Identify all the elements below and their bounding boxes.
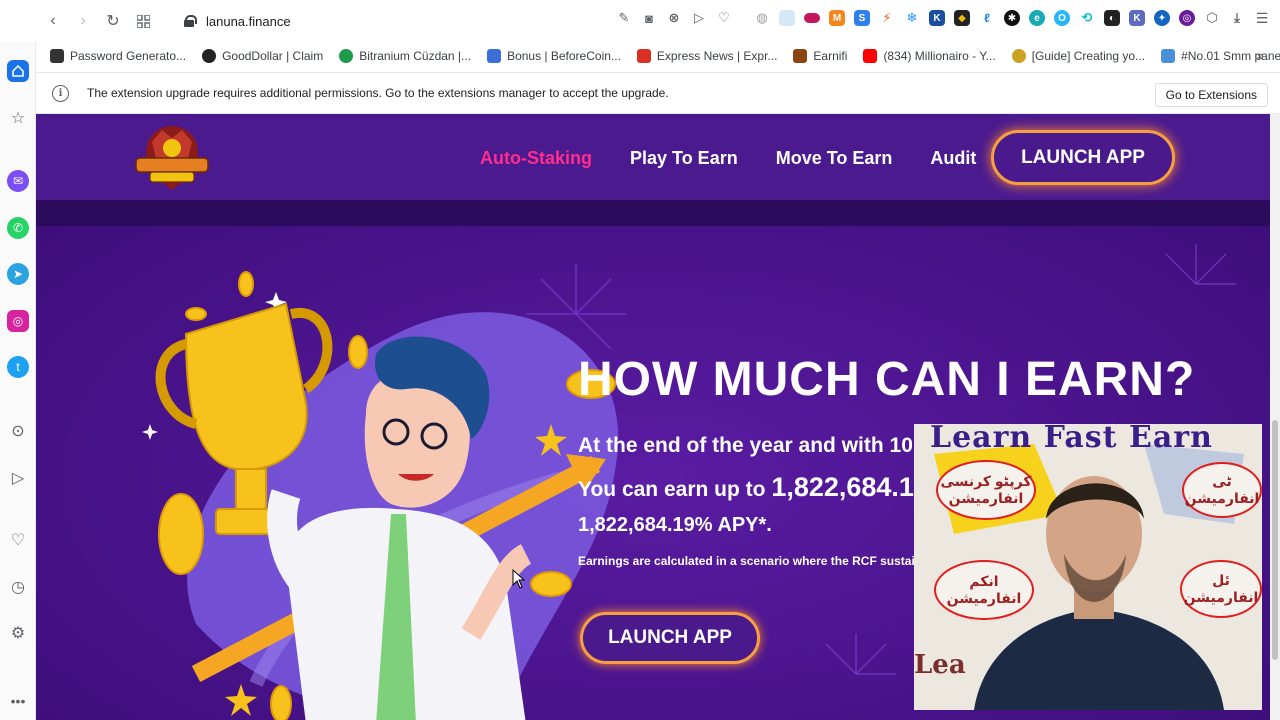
whatsapp-icon[interactable]: ✆ [7, 217, 29, 239]
heart-icon[interactable]: ♡ [7, 529, 29, 551]
lock-icon [184, 15, 197, 27]
edit-icon[interactable]: ✎ [616, 10, 632, 26]
crypto-extension-icon[interactable]: ✱ [1004, 10, 1020, 26]
metamask-icon[interactable]: M [829, 10, 845, 26]
circle-extension-icon[interactable]: ✦ [1154, 10, 1170, 26]
launch-app-hero-button[interactable]: LAUNCH APP [580, 612, 760, 664]
webcam-bottom-text: Lea [914, 650, 966, 680]
go-to-extensions-button[interactable]: Go to Extensions [1154, 83, 1268, 107]
bookmark-item[interactable]: [Guide] Creating yo... [1011, 49, 1145, 63]
back-icon[interactable]: ‹ [38, 6, 68, 36]
bookmark-favicon-icon [339, 49, 354, 63]
o-extension-icon[interactable]: O [1054, 10, 1070, 26]
address-bar[interactable]: lanuna.finance [184, 14, 291, 29]
hero-title: HOW MUCH CAN I EARN? [578, 353, 1196, 406]
edge-extension-icon[interactable]: e [1029, 10, 1045, 26]
earnings-prefix: You can earn up to [578, 478, 766, 501]
hero-subtitle: At the end of the year and with 10 [578, 434, 913, 457]
browser-sidebar: ☆ ✉ ✆ ➤ ◎ t ⊙ ▷ ♡ ◷ ⚙ ••• [0, 42, 36, 720]
snowflake-extension-icon[interactable]: ❄ [904, 10, 920, 26]
telegram-icon[interactable]: ➤ [7, 263, 29, 285]
hero-earnings: You can earn up to 1,822,684.19 [578, 472, 929, 503]
apy-value: 1,822,684.19% APY*. [578, 514, 772, 536]
bookmark-favicon-icon [636, 49, 651, 63]
cube-extension-icon[interactable] [779, 10, 795, 26]
block-icon[interactable]: ⊗ [666, 10, 682, 26]
k2-extension-icon[interactable]: K [1129, 10, 1145, 26]
bookmark-item[interactable]: Bonus | BeforeCoin... [487, 49, 621, 63]
messenger-icon[interactable]: ✉ [7, 170, 29, 192]
heart-icon[interactable]: ♡ [716, 10, 732, 26]
bookmark-favicon-icon [1161, 49, 1176, 63]
history-icon[interactable]: ◷ [7, 576, 29, 598]
k-extension-icon[interactable]: K [929, 10, 945, 26]
player-icon[interactable]: ⊙ [7, 420, 29, 442]
bookmark-favicon-icon [793, 49, 808, 63]
bookmark-item[interactable]: Express News | Expr... [636, 49, 777, 63]
bookmark-favicon-icon [487, 49, 502, 63]
nav-auto-staking[interactable]: Auto-Staking [480, 148, 592, 169]
url-text[interactable]: lanuna.finance [206, 14, 291, 29]
bookmark-item[interactable]: (834) Millionairo - Y... [863, 49, 996, 63]
bookmark-favicon-icon [1011, 49, 1026, 63]
urdu-badge-left-top: کرپٹو کرنسی انفارمیشن [936, 460, 1036, 520]
bookmark-item[interactable]: GoodDollar | Claim [202, 49, 323, 63]
more-icon[interactable]: ••• [7, 690, 29, 712]
bookmark-favicon-icon [202, 49, 217, 63]
site-nav: Auto-Staking Play To Earn Move To Earn A… [480, 148, 976, 169]
extension-infobar: i The extension upgrade requires additio… [36, 72, 1280, 114]
urdu-badge-left-bottom: انکم انفارمیشن [934, 560, 1034, 620]
settings-icon[interactable]: ⚙ [7, 622, 29, 644]
link-extension-icon[interactable]: ⟲ [1079, 10, 1095, 26]
launch-app-header-button[interactable]: LAUNCH APP [991, 130, 1175, 185]
forward-icon[interactable]: › [68, 6, 98, 36]
extension-icons: ✎ ◙ ⊗ ▷ ♡ ◍ M S ⚡ ❄ K ◆ ℓ ✱ e O ⟲ ◐ K ✦ … [616, 10, 1270, 26]
menu-icon[interactable]: ☰ [1254, 10, 1270, 26]
star-icon[interactable]: ☆ [7, 107, 29, 129]
package-icon[interactable]: ⬡ [1204, 10, 1220, 26]
tabs-grid-icon[interactable] [128, 6, 158, 36]
urdu-badge-right-top: ٹی انفارمیشن [1182, 462, 1262, 518]
mouse-cursor-icon [512, 569, 526, 589]
lightning-extension-icon[interactable]: ⚡ [879, 10, 895, 26]
scrollbar-thumb[interactable] [1272, 420, 1278, 660]
browser-toolbar: ‹ › ↻ lanuna.finance ✎ ◙ ⊗ ▷ ♡ ◍ M S ⚡ ❄… [0, 0, 1280, 42]
bookmarks-more-icon[interactable]: » [1256, 47, 1264, 63]
download-icon[interactable]: ⤓ [1229, 10, 1245, 26]
home-icon[interactable] [7, 60, 29, 82]
nav-move-to-earn[interactable]: Move To Earn [776, 148, 893, 169]
earnings-amount: 1,822,684.19 [771, 472, 929, 502]
lanuna-logo[interactable] [132, 122, 212, 192]
wallet-extension-icon[interactable]: ℓ [979, 10, 995, 26]
instagram-icon[interactable]: ◎ [7, 310, 29, 332]
dark-extension-icon[interactable]: ◐ [1104, 10, 1120, 26]
bookmark-item[interactable]: Earnifi [793, 49, 847, 63]
nav-audit[interactable]: Audit [930, 148, 976, 169]
send-icon[interactable]: ▷ [691, 10, 707, 26]
camera-icon[interactable]: ◙ [641, 10, 657, 26]
header-divider [36, 200, 1270, 226]
toggle-extension-icon[interactable] [804, 13, 820, 23]
webcam-overlay: Learn Fast Earn کرپٹو کرنسی انفارمیشن ٹی… [914, 424, 1262, 710]
globe-icon[interactable]: ◍ [754, 10, 770, 26]
twitter-icon[interactable]: t [7, 356, 29, 378]
info-icon: i [52, 84, 69, 102]
binance-icon[interactable]: ◆ [954, 10, 970, 26]
urdu-badge-right-bottom: ئل انفارمیشن [1180, 560, 1262, 618]
purple-extension-icon[interactable]: ◎ [1179, 10, 1195, 26]
reload-icon[interactable]: ↻ [98, 6, 128, 36]
bookmark-item[interactable]: Bitranium Cüzdan |... [339, 49, 471, 63]
earnings-disclaimer: Earnings are calculated in a scenario wh… [578, 554, 929, 568]
bookmark-favicon-icon [50, 49, 64, 63]
youtube-icon [863, 49, 878, 63]
infobar-message: The extension upgrade requires additiona… [87, 86, 669, 100]
send-icon[interactable]: ▷ [7, 467, 29, 489]
bookmark-item[interactable]: Password Generato... [50, 49, 186, 63]
nav-play-to-earn[interactable]: Play To Earn [630, 148, 738, 169]
s-extension-icon[interactable]: S [854, 10, 870, 26]
webcam-title: Learn Fast Earn [930, 424, 1213, 455]
bookmarks-bar: Password Generato... GoodDollar | Claim … [36, 42, 1280, 70]
